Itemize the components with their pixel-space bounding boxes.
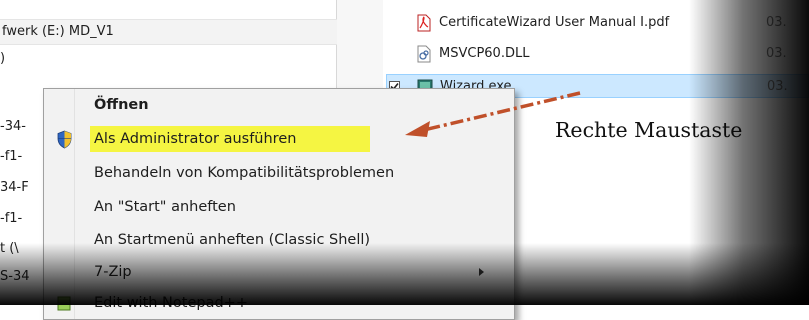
menu-item-7zip[interactable]: 7-Zip [47, 257, 509, 287]
menu-item-pin-to-classic-shell[interactable]: An Startmenü anheften (Classic Shell) [47, 225, 509, 255]
annotation-label: Rechte Maustaste [555, 118, 743, 142]
nav-item[interactable]: -f1- [0, 208, 22, 230]
dll-icon [417, 45, 431, 63]
file-row-dll[interactable]: MSVCP60.DLL 03. [386, 42, 809, 66]
file-date: 03. [766, 46, 787, 61]
file-row-pdf[interactable]: CertificateWizard User Manual I.pdf 03. [386, 11, 809, 35]
file-name: CertificateWizard User Manual I.pdf [439, 15, 670, 30]
menu-item-troubleshoot-compatibility[interactable]: Behandeln von Kompatibilitätsproblemen [47, 158, 509, 188]
chevron-right-icon [479, 268, 484, 276]
menu-item-label: An "Start" anheften [94, 199, 236, 215]
menu-item-label: Behandeln von Kompatibilitätsproblemen [94, 165, 395, 181]
menu-item-label: Als Administrator ausführen [94, 131, 297, 147]
nav-item[interactable]: ) [0, 48, 5, 70]
nav-cut-off-row [4, 0, 64, 8]
uac-shield-icon [57, 130, 72, 149]
nav-item[interactable]: t (\ [0, 238, 19, 260]
nav-item-drive[interactable]: fwerk (E:) MD_V1 [0, 19, 340, 45]
menu-item-label: An Startmenü anheften (Classic Shell) [94, 232, 371, 248]
nav-item[interactable]: -34- [0, 116, 26, 138]
file-name: MSVCP60.DLL [439, 46, 530, 61]
nav-item[interactable]: -f1- [0, 146, 22, 168]
menu-item-edit-notepad-plus[interactable]: Edit with Notepad++ [47, 288, 509, 318]
nav-drive-label: fwerk (E:) MD_V1 [2, 24, 114, 39]
menu-item-pin-to-start[interactable]: An "Start" anheften [47, 192, 509, 222]
nav-item[interactable]: 34-F [0, 177, 29, 199]
nav-item[interactable]: S-34 [0, 266, 30, 288]
notepad-plus-icon [57, 296, 71, 311]
menu-item-label: 7-Zip [94, 264, 132, 280]
menu-item-label: Öffnen [94, 97, 149, 113]
file-date: 03. [767, 79, 788, 94]
pdf-icon [417, 14, 431, 32]
menu-item-label: Edit with Notepad++ [94, 295, 248, 311]
file-date: 03. [766, 15, 787, 30]
